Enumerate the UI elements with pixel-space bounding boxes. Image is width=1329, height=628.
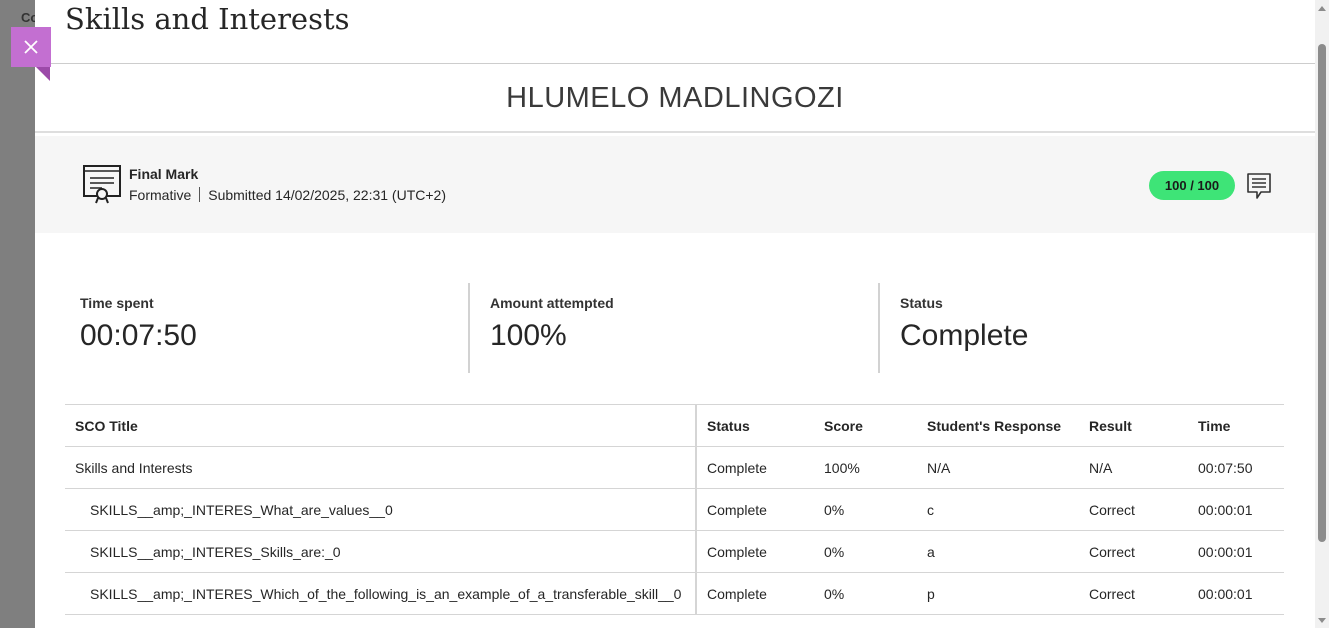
separator [199,187,201,202]
cell-score: 0% [814,572,917,615]
cell-sco-title: SKILLS__amp;_INTERES_What_are_values__0 [65,488,697,531]
column-header-time: Time [1188,404,1284,447]
cell-time: 00:00:01 [1188,530,1284,573]
grade-type: Formative [129,187,192,203]
stat-divider [468,283,470,373]
cell-time: 00:00:01 [1188,572,1284,615]
close-panel-button[interactable] [11,27,51,67]
table-header-row: SCO Title Status Score Student's Respons… [65,404,1284,447]
table-row: SKILLS__amp;_INTERES_What_are_values__0 … [65,488,1284,531]
cell-response: c [917,488,1079,531]
student-name: HLUMELO MADLINGOZI [506,82,844,114]
column-header-status: Status [696,404,814,447]
cell-status: Complete [696,446,814,489]
grade-title: Final Mark [129,166,199,182]
score-badge: 100 / 100 [1149,171,1235,200]
divider [35,131,1315,133]
certificate-icon [83,165,121,204]
cell-time: 00:00:01 [1188,488,1284,531]
cell-result: N/A [1079,446,1188,489]
stat-value: 00:07:50 [80,319,197,352]
background-text: Co [21,10,35,25]
table-row: SKILLS__amp;_INTERES_Skills_are:_0 Compl… [65,530,1284,573]
scrollbar-thumb[interactable] [1318,44,1326,542]
cell-result: Correct [1079,572,1188,615]
cell-score: 100% [814,446,917,489]
scroll-up-arrow-icon[interactable] [1318,6,1326,11]
panel-title: Skills and Interests [65,2,350,36]
close-icon [24,40,38,54]
column-header-score: Score [814,404,917,447]
divider [35,63,1315,64]
stat-divider [878,283,880,373]
column-header-result: Result [1079,404,1188,447]
cell-result: Correct [1079,488,1188,531]
cell-response: p [917,572,1079,615]
submission-date: Submitted 14/02/2025, 22:31 (UTC+2) [208,187,446,203]
scroll-down-arrow-icon[interactable] [1318,618,1326,623]
cell-response: N/A [917,446,1079,489]
grade-panel: Skills and Interests HLUMELO MADLINGOZI … [35,0,1315,628]
cell-time: 00:07:50 [1188,446,1284,489]
feedback-icon[interactable] [1246,172,1272,200]
stat-value: Complete [900,319,1029,352]
stat-label: Time spent [80,295,154,311]
cell-score: 0% [814,530,917,573]
column-header-response: Student's Response [917,404,1079,447]
cell-status: Complete [696,572,814,615]
grade-meta: Formative Submitted 14/02/2025, 22:31 (UT… [129,187,446,203]
cell-result: Correct [1079,530,1188,573]
cell-sco-title: SKILLS__amp;_INTERES_Which_of_the_follow… [65,572,697,615]
close-button-tail [36,67,50,81]
stat-value: 100% [490,319,567,352]
table-row: SKILLS__amp;_INTERES_Which_of_the_follow… [65,572,1284,615]
cell-status: Complete [696,488,814,531]
stat-label: Status [900,295,943,311]
cell-response: a [917,530,1079,573]
table-row: Skills and Interests Complete 100% N/A N… [65,446,1284,489]
cell-sco-title: Skills and Interests [65,446,697,489]
stat-label: Amount attempted [490,295,614,311]
cell-status: Complete [696,530,814,573]
grade-summary-bar: Final Mark Formative Submitted 14/02/2025… [35,136,1315,233]
vertical-scrollbar[interactable] [1315,0,1329,628]
background-page [0,0,36,628]
cell-sco-title: SKILLS__amp;_INTERES_Skills_are:_0 [65,530,697,573]
sco-table: SCO Title Status Score Student's Respons… [65,404,1284,615]
column-header-sco-title: SCO Title [65,404,697,447]
cell-score: 0% [814,488,917,531]
